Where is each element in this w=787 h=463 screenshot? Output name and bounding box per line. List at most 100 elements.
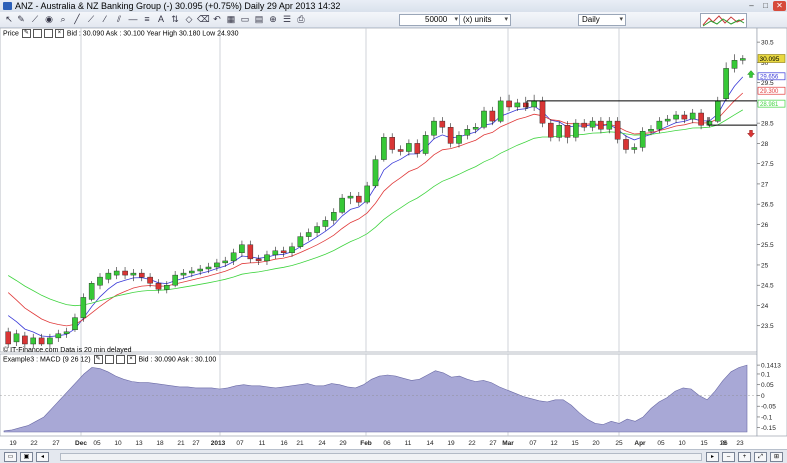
candle-up	[272, 250, 279, 256]
close-icon[interactable]: ×	[54, 29, 64, 38]
arrows-icon[interactable]: ⇅	[169, 13, 181, 25]
price-tick-label: 28	[761, 141, 769, 148]
price-tick-label: 29.5	[761, 80, 774, 87]
fit-icon[interactable]: ⤢	[754, 452, 767, 462]
mountain-logo-icon	[702, 15, 745, 27]
candle-up	[88, 282, 95, 300]
x-tick-label: 21	[177, 440, 185, 447]
candle-up	[372, 159, 379, 187]
price-panel-header: Price ✎ × Bid : 30.090 Ask : 30.100 Year …	[3, 29, 239, 38]
candle-up	[656, 120, 663, 130]
candle-up	[631, 147, 638, 150]
candle-up	[364, 185, 371, 203]
candle-up	[63, 331, 70, 334]
cursor-icon[interactable]: ↖	[3, 13, 15, 25]
candle-up	[130, 272, 137, 276]
app-icon	[3, 2, 12, 10]
shapes-icon[interactable]: ◇	[183, 13, 195, 25]
macd-tick-label: 0.1	[761, 371, 770, 378]
x-tick-label: 07	[529, 440, 537, 447]
candle-up	[481, 110, 487, 128]
candle-up	[297, 236, 304, 247]
text-icon[interactable]: A	[155, 13, 167, 25]
layout-icon[interactable]: ▭	[4, 452, 17, 462]
maximize-icon[interactable]	[115, 355, 125, 364]
undo-icon[interactable]: ↶	[211, 13, 223, 25]
zoom-out-icon[interactable]: –	[722, 452, 735, 462]
x-tick-label: 15	[571, 440, 579, 447]
close-button[interactable]: ✕	[773, 1, 786, 11]
candle-up	[113, 270, 120, 276]
candle-down	[155, 282, 162, 290]
line-icon[interactable]: ⁄	[99, 13, 111, 25]
candle-down	[614, 120, 621, 140]
chart-area[interactable]: 30.53029.52928.52827.52726.52625.52524.5…	[0, 28, 787, 449]
window-icon[interactable]	[104, 355, 114, 364]
fibonacci-icon[interactable]: ≡	[141, 13, 153, 25]
delete-icon[interactable]: ⌫	[197, 13, 210, 25]
x-tick-label: Feb	[360, 440, 372, 447]
candle-up	[664, 118, 671, 122]
trendline-icon[interactable]: ╱	[71, 13, 83, 25]
zoom-icon[interactable]: ⌕	[57, 13, 69, 25]
candle-down	[447, 126, 454, 144]
scroll-right-icon[interactable]: ▸	[706, 452, 719, 462]
price-tick-label: 27.5	[761, 161, 774, 168]
candle-up	[648, 128, 654, 132]
maximize-button[interactable]: □	[759, 1, 772, 11]
maximize-icon[interactable]	[43, 29, 53, 38]
x-tick-label: 23	[736, 440, 744, 447]
candle-up	[322, 220, 329, 227]
settings-icon[interactable]: ✎	[93, 355, 103, 364]
grid-icon[interactable]: ▦	[225, 13, 237, 25]
quantity-value: 50000	[425, 15, 448, 24]
price-tick-label: 26	[761, 222, 769, 229]
candle-up	[531, 100, 537, 108]
crosshair-icon[interactable]: ⊕	[267, 13, 279, 25]
candle-down	[598, 120, 604, 130]
candle-down	[255, 258, 262, 262]
candle-up	[606, 120, 613, 130]
grid-toggle-icon[interactable]: ⊞	[770, 452, 783, 462]
candle-up	[406, 143, 412, 152]
ray-icon[interactable]: ⟋	[85, 13, 97, 25]
x-tick-label: 19	[447, 440, 455, 447]
candle-up	[431, 120, 437, 136]
zoom-in-icon[interactable]: +	[738, 452, 751, 462]
minimize-button[interactable]: –	[745, 1, 758, 11]
candle-up	[589, 120, 596, 128]
candle-up	[13, 333, 20, 343]
candle-up	[331, 212, 337, 221]
candle-up	[731, 60, 738, 69]
ruler-icon[interactable]: ⟋	[29, 13, 41, 25]
x-tick-label: 15	[700, 440, 708, 447]
candle-up	[289, 246, 295, 253]
x-tick-label: 27	[192, 440, 200, 447]
channel-icon[interactable]: ⫽	[113, 13, 125, 25]
candle-down	[439, 120, 446, 128]
print-icon[interactable]: ⎙	[295, 13, 307, 25]
pencil-icon[interactable]: ✎	[15, 13, 27, 25]
settings-icon[interactable]: ✎	[21, 29, 31, 38]
ruler2-icon[interactable]: ▭	[239, 13, 251, 25]
candle-up	[55, 333, 62, 339]
candle-down	[247, 244, 254, 260]
view-icon[interactable]: ◉	[43, 13, 55, 25]
x-tick-label: 05	[657, 440, 665, 447]
horizontal-scrollbar[interactable]	[60, 453, 702, 461]
calendar-icon[interactable]: ▤	[253, 13, 265, 25]
scroll-left-icon[interactable]: ◂	[36, 452, 49, 462]
units-select[interactable]: (x) units ▾	[459, 14, 511, 26]
x-tick-label: 07	[236, 440, 244, 447]
price-tick-label: 25	[761, 262, 769, 269]
list-icon[interactable]: ☰	[281, 13, 293, 25]
window-icon[interactable]	[32, 29, 42, 38]
hline-icon[interactable]: —	[127, 13, 139, 25]
close-icon[interactable]: ×	[126, 355, 136, 364]
quantity-select[interactable]: 50000 ▾	[399, 14, 461, 26]
x-tick-label: 10	[678, 440, 686, 447]
window-tile-icon[interactable]: ▣	[20, 452, 33, 462]
macd-quote: Bid : 30.090 Ask : 30.100	[138, 356, 217, 364]
period-select[interactable]: Daily ▾	[578, 14, 626, 26]
x-tick-label: 06	[383, 440, 391, 447]
